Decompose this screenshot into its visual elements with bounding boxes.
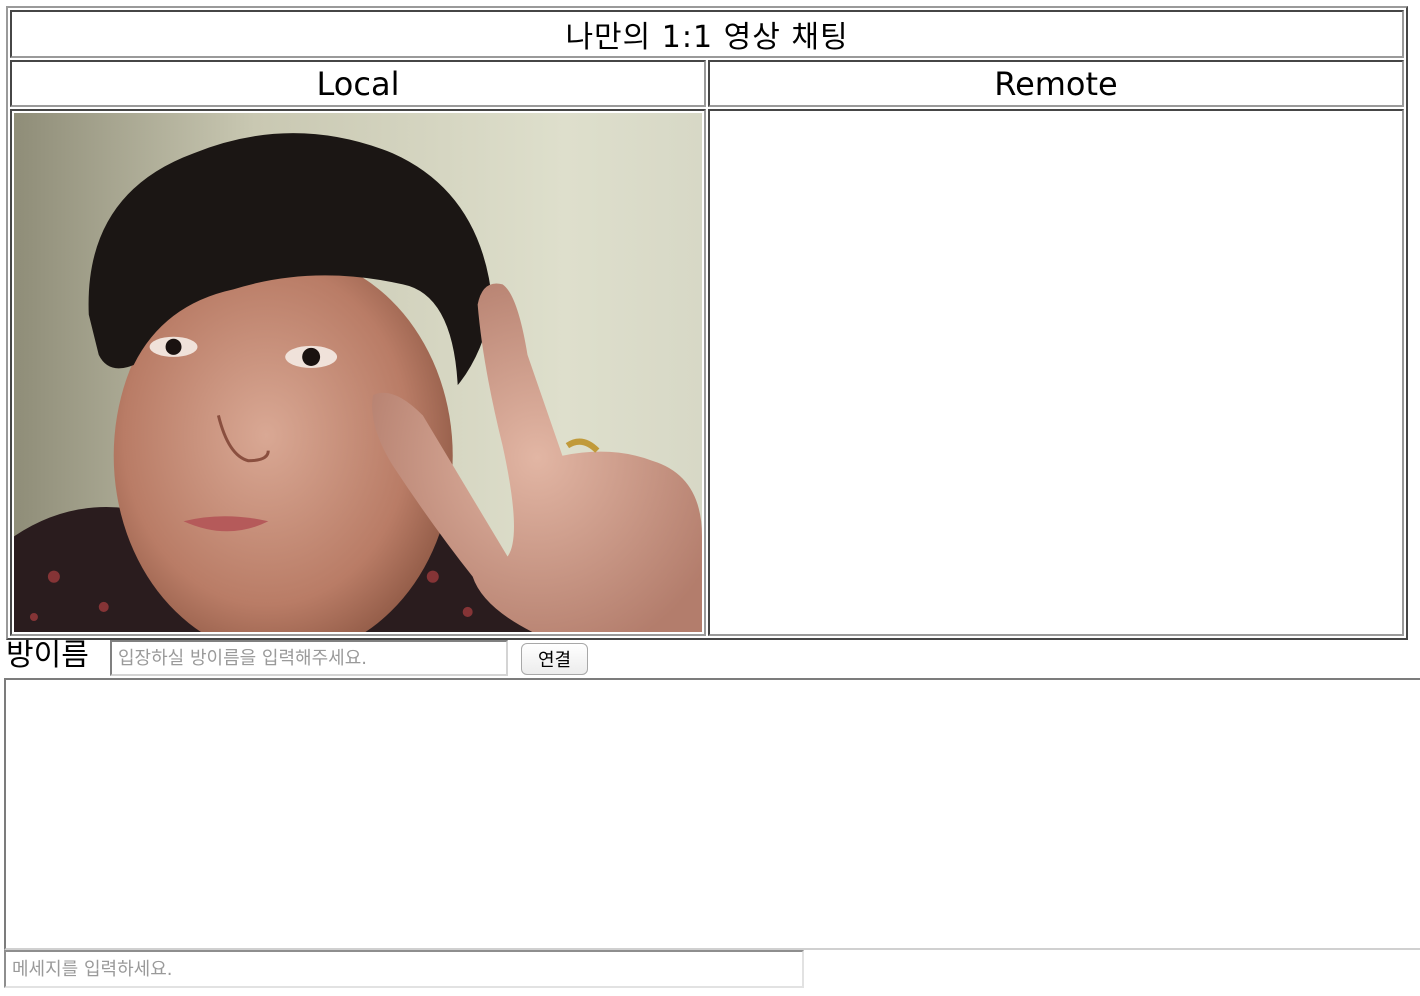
local-video	[14, 112, 702, 632]
local-video-frame	[14, 112, 702, 632]
remote-video-label: Remote	[708, 60, 1404, 107]
remote-video	[712, 113, 1400, 632]
room-name-input[interactable]	[110, 640, 508, 676]
local-video-label: Local	[10, 60, 706, 107]
message-input[interactable]	[4, 950, 804, 988]
chat-log[interactable]	[4, 678, 1420, 950]
remote-video-cell	[708, 108, 1404, 636]
connect-button[interactable]: 연결	[521, 643, 588, 675]
page-title: 나만의 1:1 영상 채팅	[10, 10, 1404, 59]
local-video-cell	[10, 108, 706, 636]
video-chat-table: 나만의 1:1 영상 채팅 Local Remote	[6, 6, 1408, 640]
room-name-label: 방이름	[6, 638, 89, 673]
